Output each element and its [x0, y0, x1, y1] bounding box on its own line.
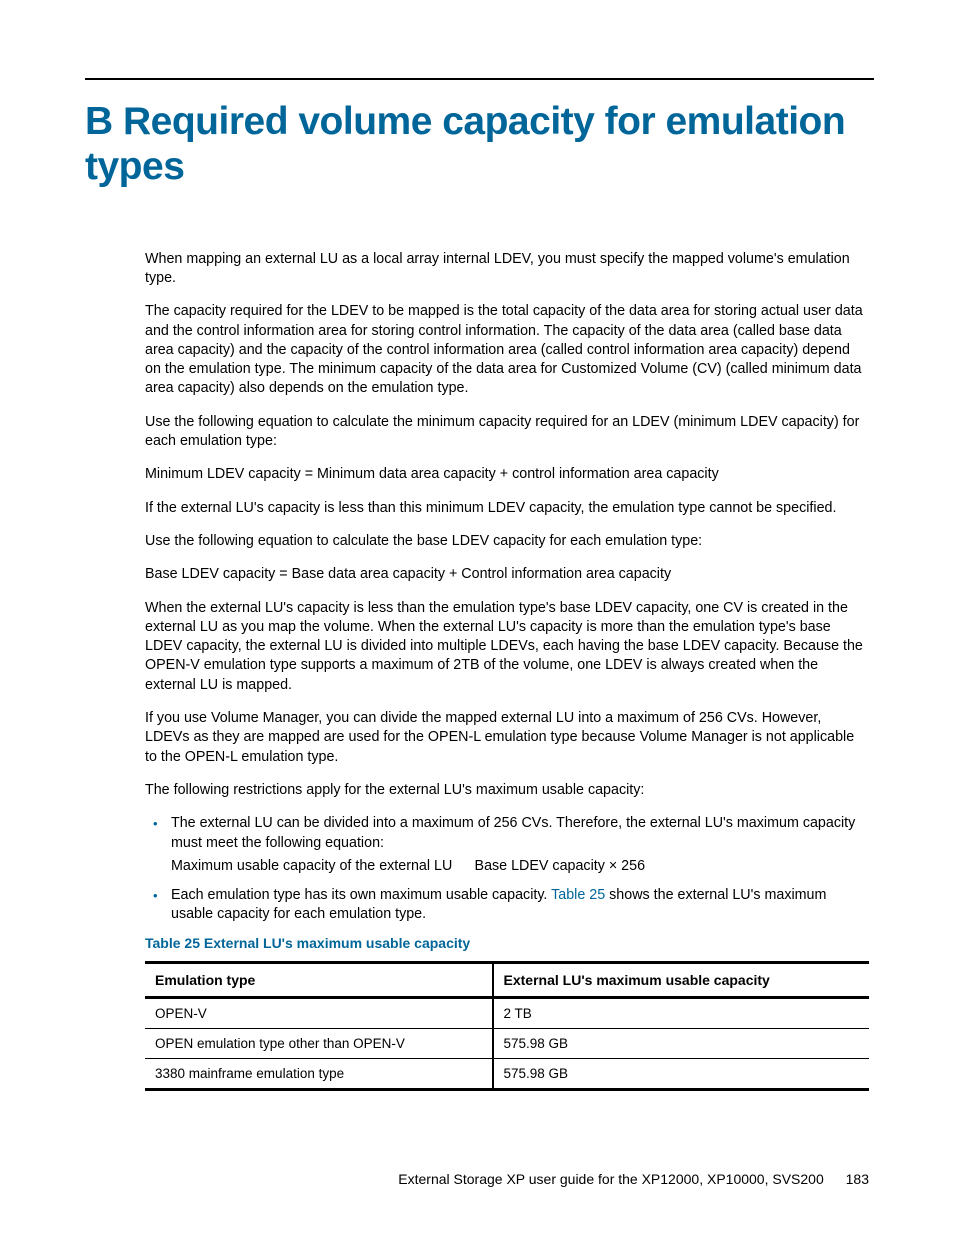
table-cell: OPEN emulation type other than OPEN-V	[145, 1028, 493, 1058]
table-row: 3380 mainframe emulation type 575.98 GB	[145, 1058, 869, 1089]
paragraph: Use the following equation to calculate …	[145, 413, 869, 452]
table-25-link[interactable]: Table 25	[551, 887, 605, 903]
paragraph: If you use Volume Manager, you can divid…	[145, 709, 869, 767]
table-row: OPEN-V 2 TB	[145, 997, 869, 1028]
paragraph: Minimum LDEV capacity = Minimum data are…	[145, 465, 869, 484]
list-item: • The external LU can be divided into a …	[145, 814, 869, 876]
table-caption: Table 25 External LU's maximum usable ca…	[145, 935, 869, 951]
content-body: When mapping an external LU as a local a…	[85, 250, 874, 1091]
list-text: The external LU can be divided into a ma…	[171, 815, 855, 850]
list-item: • Each emulation type has its own maximu…	[145, 886, 869, 925]
paragraph: The following restrictions apply for the…	[145, 781, 869, 800]
paragraph: When the external LU's capacity is less …	[145, 599, 869, 695]
table-cell: 575.98 GB	[493, 1028, 869, 1058]
page-footer: External Storage XP user guide for the X…	[398, 1171, 869, 1187]
paragraph: When mapping an external LU as a local a…	[145, 250, 869, 289]
table-header: Emulation type	[145, 962, 493, 997]
capacity-table: Emulation type External LU's maximum usa…	[145, 961, 869, 1091]
paragraph: Use the following equation to calculate …	[145, 532, 869, 551]
table-cell: OPEN-V	[145, 997, 493, 1028]
bullet-icon: •	[153, 887, 158, 905]
table-cell: 575.98 GB	[493, 1058, 869, 1089]
paragraph: Base LDEV capacity = Base data area capa…	[145, 565, 869, 584]
table-cell: 3380 mainframe emulation type	[145, 1058, 493, 1089]
restriction-list list-list: • The external LU can be divided into a …	[145, 814, 869, 924]
page-title: B Required volume capacity for emulation…	[85, 100, 874, 190]
table-cell: 2 TB	[493, 997, 869, 1028]
list-text: Each emulation type has its own maximum …	[171, 887, 551, 903]
paragraph: The capacity required for the LDEV to be…	[145, 302, 869, 398]
table-row: OPEN emulation type other than OPEN-V 57…	[145, 1028, 869, 1058]
bullet-icon: •	[153, 815, 158, 833]
table-header: External LU's maximum usable capacity	[493, 962, 869, 997]
page-number: 183	[846, 1171, 869, 1187]
equation-text: Maximum usable capacity of the external …	[171, 857, 869, 876]
footer-text: External Storage XP user guide for the X…	[398, 1171, 823, 1187]
paragraph: If the external LU's capacity is less th…	[145, 499, 869, 518]
